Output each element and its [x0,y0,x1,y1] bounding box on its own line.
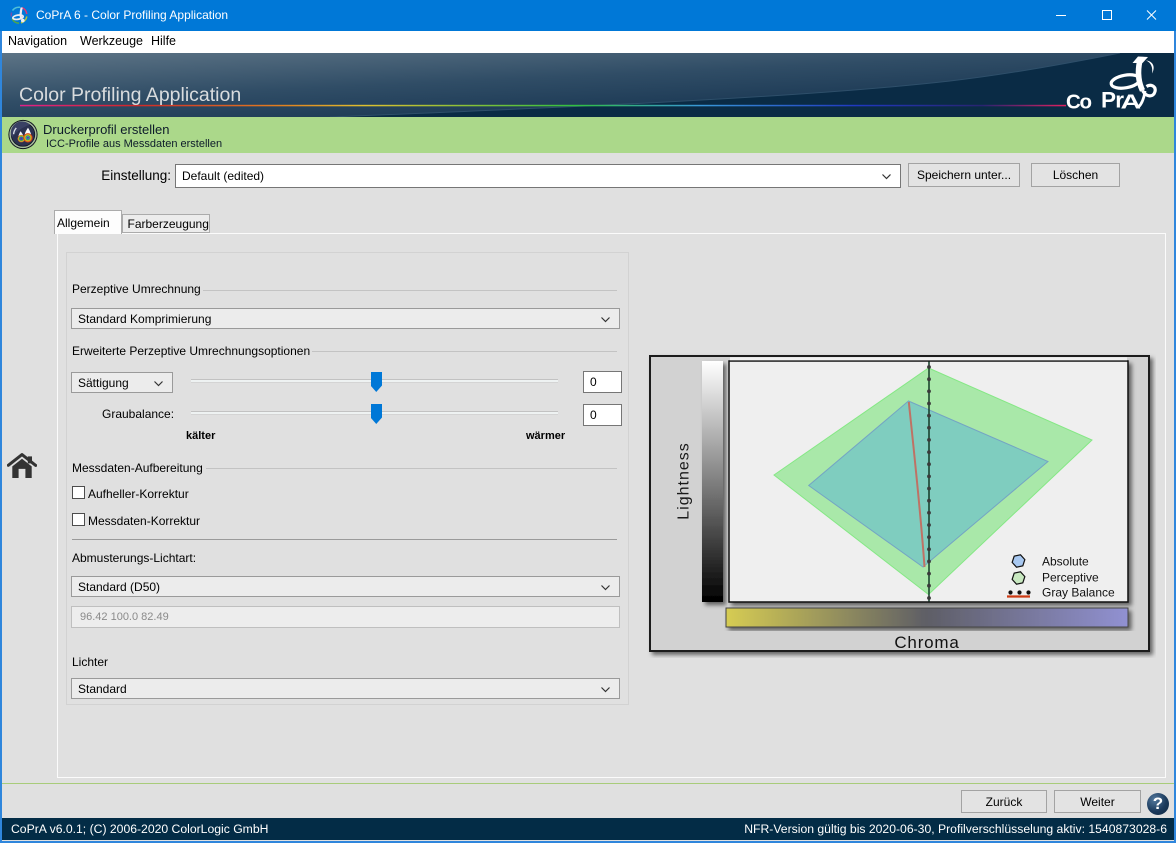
svg-text:Gray Balance: Gray Balance [1042,585,1115,599]
svg-text:A: A [1121,91,1142,114]
svg-text:Perceptive: Perceptive [1042,571,1099,585]
svg-text:Absolute: Absolute [1042,555,1089,569]
svg-text:Lightness: Lightness [676,442,693,520]
svg-text:Co: Co [1066,91,1092,114]
svg-text:Color Profiling Application: Color Profiling Application [19,84,241,106]
svg-text:Chroma: Chroma [894,633,959,652]
